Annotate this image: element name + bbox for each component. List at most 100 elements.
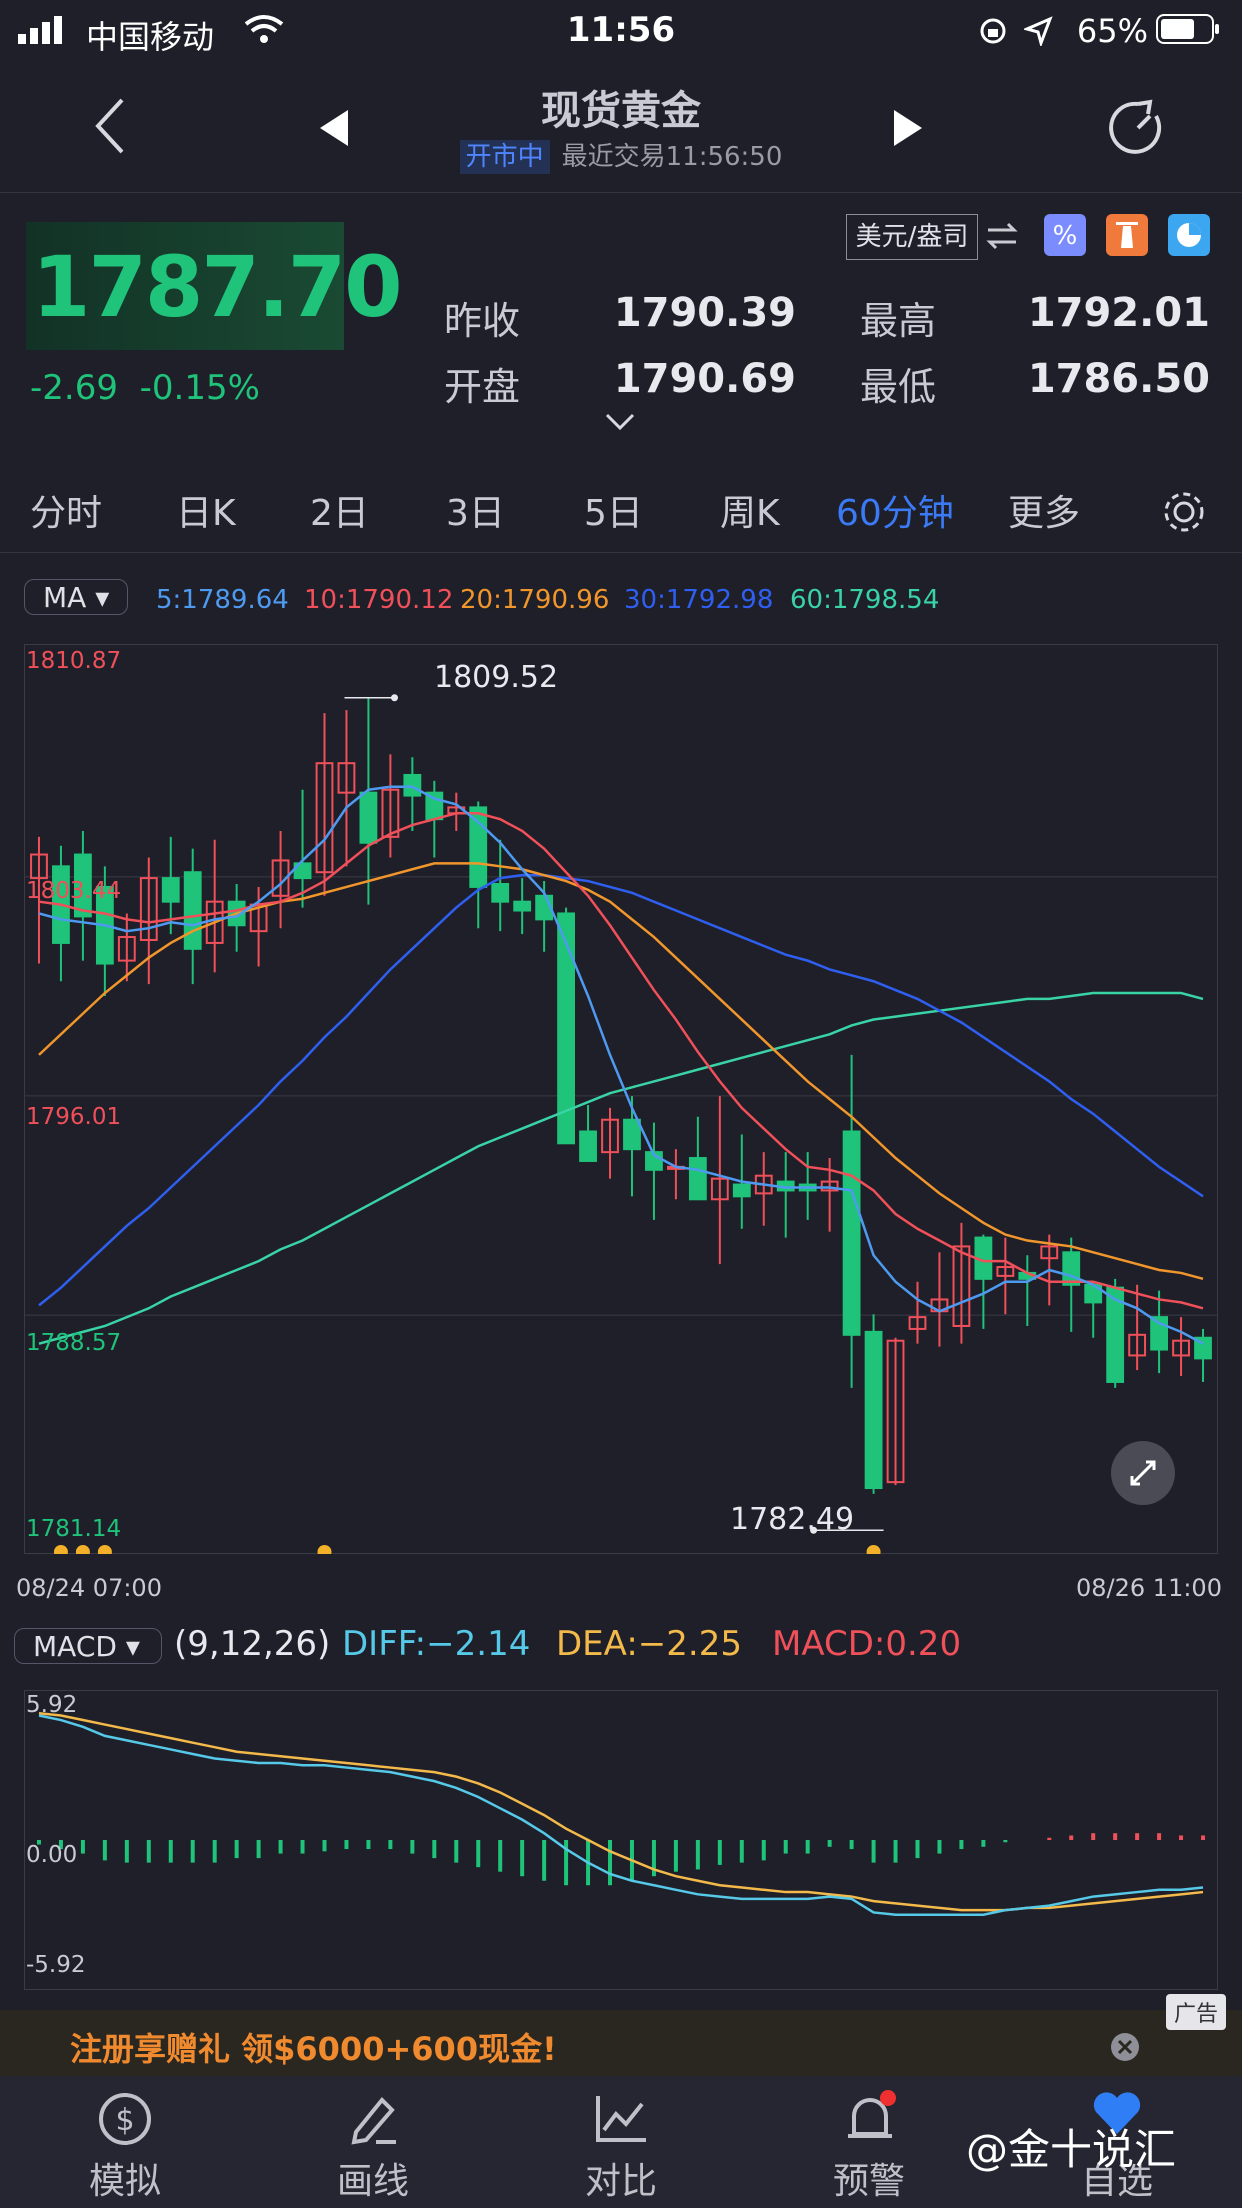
- next-instrument-icon[interactable]: [890, 108, 926, 148]
- ma30-value: 30:1792.98: [624, 585, 774, 615]
- tab-3day[interactable]: 3日: [446, 484, 505, 536]
- indicator-select-macd[interactable]: MACD ▾: [14, 1628, 162, 1664]
- event-dot: [866, 1545, 881, 1554]
- compare-chart-icon: [596, 2096, 646, 2142]
- ma5-value: 5:1789.64: [156, 585, 289, 615]
- event-dot: [75, 1545, 90, 1554]
- y-axis-2: 1803.44: [26, 878, 122, 904]
- orientation-lock-icon: [980, 18, 1006, 44]
- candle-body: [161, 877, 180, 903]
- high-label: 最高: [860, 299, 937, 343]
- change-percent: -0.15%: [139, 368, 260, 408]
- ma10-line: [38, 812, 1204, 1310]
- period-tabs: 分时 日K 2日 3日 5日 周K 60分钟 更多: [0, 470, 1242, 553]
- ma-select-label: MA: [43, 581, 87, 614]
- y-axis-3: 1796.01: [26, 1104, 122, 1130]
- prev-close-value: 1790.39: [613, 290, 796, 336]
- dollar-icon: $: [99, 2093, 151, 2145]
- max-marker-dot: [391, 694, 398, 702]
- macd-params: (9,12,26): [174, 1624, 331, 1664]
- candle-body: [491, 882, 510, 903]
- candle-body: [579, 1130, 597, 1162]
- svg-text:$: $: [115, 2103, 134, 2138]
- candle-body: [183, 871, 202, 950]
- price-change: -2.69 -0.15%: [30, 368, 260, 408]
- macd-svg: [36, 1711, 1206, 1916]
- candle-body: [403, 773, 422, 797]
- prev-close-label: 昨收: [444, 299, 521, 343]
- tab-more[interactable]: 更多: [1008, 484, 1080, 536]
- fullscreen-icon[interactable]: [1110, 1440, 1176, 1506]
- candle-body: [842, 1130, 861, 1336]
- ad-text: 注册享赠礼 领$6000+600现金!: [70, 2030, 557, 2068]
- indicator-select-ma[interactable]: MA ▾: [24, 579, 128, 615]
- candle-body: [469, 806, 488, 888]
- settings-icon[interactable]: [1160, 488, 1208, 536]
- low-value: 1786.50: [1027, 356, 1210, 402]
- candle-body: [864, 1330, 883, 1490]
- min-price-label: 1782.49: [730, 1502, 855, 1537]
- macd-select-label: MACD: [33, 1630, 117, 1663]
- ma20-line: [38, 862, 1204, 1281]
- last-price: 1787.70: [32, 238, 403, 336]
- close-ad-icon[interactable]: [1110, 2032, 1140, 2062]
- y-axis-top: 1810.87: [26, 648, 122, 674]
- open-badge: 开市中: [459, 140, 550, 174]
- ma10-value: 10:1790.12: [304, 585, 454, 615]
- tab-daily[interactable]: 日K: [176, 484, 236, 536]
- candle-body: [688, 1157, 707, 1201]
- nav-alert-label: 预警: [832, 2161, 905, 2202]
- pie-chart-icon[interactable]: [1168, 214, 1210, 256]
- ad-tag: 广告: [1165, 1994, 1226, 2030]
- price-box: 1787.70: [26, 222, 403, 350]
- high-value: 1792.01: [1027, 290, 1210, 336]
- tab-60min[interactable]: 60分钟: [836, 484, 954, 536]
- nav-draw-label: 画线: [336, 2161, 409, 2202]
- nav-simulate-label: 模拟: [88, 2161, 161, 2202]
- candle-body: [623, 1118, 641, 1151]
- ma60-line: [38, 991, 1204, 1345]
- macd-diff: DIFF:−2.14: [342, 1624, 531, 1664]
- ma60-value: 60:1798.54: [790, 585, 940, 615]
- alarm-icon: [848, 2090, 896, 2138]
- tab-5day[interactable]: 5日: [584, 484, 643, 536]
- tab-2day[interactable]: 2日: [310, 484, 369, 536]
- macd-y-bottom: -5.92: [26, 1952, 86, 1978]
- location-icon: [1024, 16, 1053, 46]
- ma5-line: [38, 785, 1204, 1345]
- y-axis-4: 1788.57: [26, 1330, 122, 1356]
- event-dot: [53, 1545, 68, 1554]
- candle-body: [359, 791, 378, 844]
- event-dot: [97, 1545, 112, 1554]
- ad-banner[interactable]: 注册享赠礼 领$6000+600现金! 广告: [0, 1994, 1242, 2076]
- macd-value: MACD:0.20: [772, 1624, 962, 1664]
- tab-timeshare[interactable]: 分时: [30, 484, 102, 536]
- lighthouse-icon[interactable]: [1106, 214, 1148, 256]
- last-trade-time: 最近交易11:56:50: [561, 142, 783, 172]
- nav-header: 现货黄金 开市中 最近交易11:56:50: [0, 62, 1242, 193]
- percent-tool-icon[interactable]: %: [1044, 214, 1086, 256]
- change-value: -2.69: [30, 368, 118, 408]
- diff-line: [38, 1714, 1204, 1916]
- tab-weekly[interactable]: 周K: [720, 484, 780, 536]
- event-dot: [317, 1545, 332, 1554]
- refresh-icon[interactable]: [1108, 98, 1168, 158]
- page-title: 现货黄金: [541, 88, 701, 134]
- battery-icon: [1156, 14, 1219, 44]
- clock: 11:56: [566, 10, 676, 50]
- swap-icon[interactable]: [986, 222, 1018, 250]
- battery-percent: 65%: [1076, 12, 1148, 50]
- market-status: 开市中 最近交易11:56:50: [0, 136, 1242, 174]
- bottom-nav: $ 模拟 画线 对比 预警 自选 @金十说汇: [0, 2076, 1242, 2208]
- macd-dea: DEA:−2.25: [556, 1624, 742, 1664]
- status-bar: 中国移动 11:56 65%: [0, 0, 1242, 62]
- candle-body: [732, 1183, 751, 1198]
- currency-unit[interactable]: 美元/盎司: [846, 214, 978, 260]
- open-value: 1790.69: [613, 356, 796, 402]
- expand-quote-icon[interactable]: [604, 412, 636, 432]
- nav-compare-label: 对比: [584, 2161, 657, 2202]
- dea-line: [38, 1711, 1204, 1912]
- open-label: 开盘: [444, 365, 521, 409]
- watermark: @金十说汇: [966, 2125, 1177, 2174]
- x-axis-end: 08/26 11:00: [1076, 1574, 1222, 1602]
